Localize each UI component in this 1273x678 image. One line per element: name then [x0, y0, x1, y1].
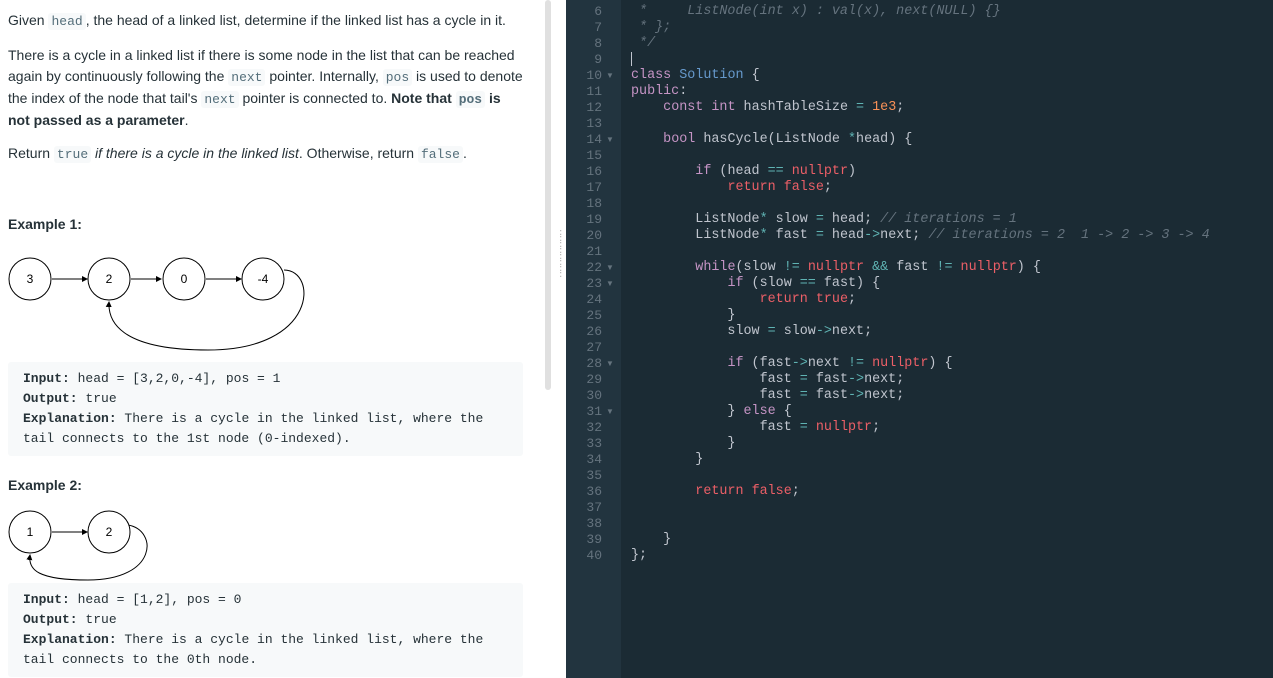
line-number: 22	[586, 260, 602, 275]
line-number: 36	[586, 484, 602, 499]
fold-arrow-icon[interactable]: ▼	[606, 260, 614, 276]
code-line[interactable]: */	[631, 36, 655, 52]
line-number: 7	[594, 20, 602, 35]
line-number: 8	[594, 36, 602, 51]
line-number: 15	[586, 148, 602, 163]
inline-code: false	[417, 146, 463, 163]
node-label: -4	[258, 272, 269, 286]
inline-code: true	[53, 146, 92, 163]
code-line[interactable]: const int hashTableSize = 1e3;	[631, 100, 904, 116]
code-line[interactable]: fast = fast->next;	[631, 372, 905, 388]
line-number: 21	[586, 244, 602, 259]
code-line[interactable]: ListNode* slow = head; // iterations = 1	[631, 212, 1016, 228]
line-number: 26	[586, 324, 602, 339]
text-cursor	[631, 52, 632, 66]
fold-arrow-icon[interactable]: ▼	[606, 404, 614, 420]
code-line[interactable]: * ListNode(int x) : val(x), next(NULL) {…	[631, 4, 1001, 20]
line-number: 34	[586, 452, 602, 467]
line-number: 29	[586, 372, 602, 387]
code-line[interactable]: public:	[631, 84, 687, 100]
node-label: 0	[181, 272, 188, 286]
fold-arrow-icon[interactable]: ▼	[606, 276, 614, 292]
code-line[interactable]: return true;	[631, 292, 856, 308]
code-line[interactable]: }	[631, 532, 671, 548]
line-number: 17	[586, 180, 602, 195]
example-1-title: Example 1:	[8, 216, 82, 232]
problem-intro: Given head, the head of a linked list, d…	[8, 12, 506, 30]
example-1-diagram: 3 2 0 -4	[8, 257, 305, 351]
code-line[interactable]: slow = slow->next;	[631, 324, 872, 340]
line-number: 20	[586, 228, 602, 243]
code-editor[interactable]: 6 7 8 9 10 ▼ 11 12 13 14 ▼ 15 16 17 18 19 20 21 22 ▼ 23 ▼ 24 25…	[566, 0, 1273, 678]
problem-return-note: Return true if there is a cycle in the l…	[8, 145, 467, 163]
line-number: 28	[586, 356, 602, 371]
code-line[interactable]: if (fast->next != nullptr) {	[631, 356, 952, 372]
node-label: 2	[106, 525, 113, 539]
line-number: 35	[586, 468, 602, 483]
code-line[interactable]: fast = nullptr;	[631, 420, 881, 436]
code-line[interactable]: class Solution {	[631, 68, 760, 84]
fold-arrow-icon[interactable]: ▼	[606, 68, 614, 84]
inline-code: pos	[455, 91, 486, 108]
code-line[interactable]: } else {	[631, 404, 791, 420]
inline-code: pos	[382, 69, 413, 86]
line-number: 18	[586, 196, 602, 211]
left-panel-scrollbar[interactable]	[545, 0, 551, 390]
example-1-io: Input: head = [3,2,0,-4], pos = 1 Output…	[8, 362, 523, 456]
node-label: 1	[27, 525, 34, 539]
line-number: 10	[586, 68, 602, 83]
code-line[interactable]: return false;	[631, 180, 832, 196]
line-number: 25	[586, 308, 602, 323]
node-label: 2	[106, 272, 113, 286]
line-number: 38	[586, 516, 602, 531]
line-number: 30	[586, 388, 602, 403]
code-line[interactable]: fast = fast->next;	[631, 388, 905, 404]
line-number: 40	[586, 548, 602, 563]
line-number: 19	[586, 212, 602, 227]
code-line[interactable]: };	[631, 548, 647, 564]
line-number: 9	[594, 52, 602, 67]
code-line[interactable]: ListNode* fast = head->next; // iteratio…	[631, 228, 1209, 244]
line-number: 31	[586, 404, 602, 419]
problem-description-panel: Given head, the head of a linked list, d…	[0, 0, 545, 678]
code-line[interactable]: bool hasCycle(ListNode *head) {	[631, 132, 912, 148]
code-line[interactable]: }	[631, 308, 735, 324]
code-line[interactable]: return false;	[631, 484, 800, 500]
line-number: 27	[586, 340, 602, 355]
line-number: 37	[586, 500, 602, 515]
fold-arrow-icon[interactable]: ▼	[606, 132, 614, 148]
line-number: 6	[594, 4, 602, 19]
code-line[interactable]: if (slow == fast) {	[631, 276, 880, 292]
line-number: 24	[586, 292, 602, 307]
fold-arrow-icon[interactable]: ▼	[606, 356, 614, 372]
line-number: 12	[586, 100, 602, 115]
inline-code: next	[228, 69, 266, 86]
line-number: 13	[586, 116, 602, 131]
line-number: 14	[586, 132, 602, 147]
code-line[interactable]: }	[631, 436, 735, 452]
node-label: 3	[27, 272, 34, 286]
line-number: 33	[586, 436, 602, 451]
panel-divider[interactable]: ::::::::	[545, 0, 566, 678]
drag-handle-icon[interactable]: ::::::::	[559, 228, 563, 280]
example-2-title: Example 2:	[8, 477, 82, 493]
line-number: 23	[586, 276, 602, 291]
inline-code: head	[48, 13, 86, 30]
inline-code: next	[201, 91, 239, 108]
problem-description: There is a cycle in a linked list if the…	[8, 47, 523, 128]
example-2-io: Input: head = [1,2], pos = 0 Output: tru…	[8, 583, 523, 677]
code-line[interactable]: while(slow != nullptr && fast != nullptr…	[631, 260, 1041, 276]
line-number: 11	[586, 84, 602, 99]
code-line[interactable]: if (head == nullptr)	[631, 164, 856, 180]
line-number: 32	[586, 420, 602, 435]
line-number-gutter: 6 7 8 9 10 ▼ 11 12 13 14 ▼ 15 16 17 18 19 20 21 22 ▼ 23 ▼ 24 25…	[566, 0, 621, 678]
code-line[interactable]: * };	[631, 20, 671, 36]
example-2-diagram: 1 2	[8, 510, 148, 581]
code-line[interactable]: }	[631, 452, 703, 468]
line-number: 16	[586, 164, 602, 179]
line-number: 39	[586, 532, 602, 547]
